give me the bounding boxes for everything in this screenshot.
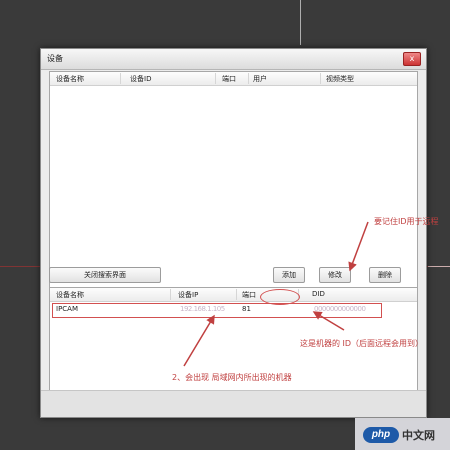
watermark-text: 中文网 bbox=[402, 430, 435, 442]
column-header-device-ip[interactable]: 设备IP bbox=[178, 290, 198, 300]
column-header-video-type[interactable]: 视频类型 bbox=[326, 74, 354, 84]
annotation-lan-devices: 2、会出现 局域网内所出现的机器 bbox=[172, 373, 292, 382]
column-separator[interactable] bbox=[215, 73, 216, 84]
dialog-footer bbox=[41, 390, 426, 417]
column-header-device-name[interactable]: 设备名称 bbox=[56, 290, 84, 300]
window-title: 设备 bbox=[47, 54, 63, 63]
modify-button[interactable]: 修改 bbox=[319, 267, 351, 283]
column-separator[interactable] bbox=[248, 73, 249, 84]
background-guide-horizontal-2 bbox=[428, 266, 450, 267]
watermark: php 中文网 bbox=[363, 425, 435, 445]
background-guide-vertical bbox=[300, 0, 301, 45]
column-header-did[interactable]: DID bbox=[312, 290, 325, 298]
close-button[interactable]: x bbox=[403, 52, 421, 66]
column-separator[interactable] bbox=[120, 73, 121, 84]
annotation-machine-id: 这是机器的 ID（后面远程会用到） bbox=[300, 339, 424, 348]
column-header-device-name[interactable]: 设备名称 bbox=[56, 74, 84, 84]
column-header-device-id[interactable]: 设备ID bbox=[130, 74, 151, 84]
delete-button[interactable]: 删除 bbox=[369, 267, 401, 283]
device-dialog: 设备 x 设备名称 设备ID 端口 用户 视频类型 关闭搜索界面 添加 修改 删… bbox=[40, 48, 427, 418]
search-results-header: 设备名称 设备IP 端口 DID bbox=[50, 288, 417, 302]
php-logo-icon: php bbox=[363, 427, 399, 443]
annotation-remember-id: 要记住ID用于远程 bbox=[374, 217, 439, 226]
column-header-port[interactable]: 端口 bbox=[222, 74, 236, 84]
column-header-port[interactable]: 端口 bbox=[242, 290, 256, 300]
add-button[interactable]: 添加 bbox=[273, 267, 305, 283]
column-separator[interactable] bbox=[320, 73, 321, 84]
device-list-header: 设备名称 设备ID 端口 用户 视频类型 bbox=[50, 72, 417, 86]
did-highlight-ellipse bbox=[260, 289, 300, 305]
column-separator[interactable] bbox=[170, 289, 171, 300]
column-header-user[interactable]: 用户 bbox=[253, 74, 267, 84]
titlebar[interactable]: 设备 x bbox=[41, 49, 426, 70]
close-search-button[interactable]: 关闭搜索界面 bbox=[49, 267, 161, 283]
column-separator[interactable] bbox=[236, 289, 237, 300]
highlight-box bbox=[52, 303, 382, 318]
